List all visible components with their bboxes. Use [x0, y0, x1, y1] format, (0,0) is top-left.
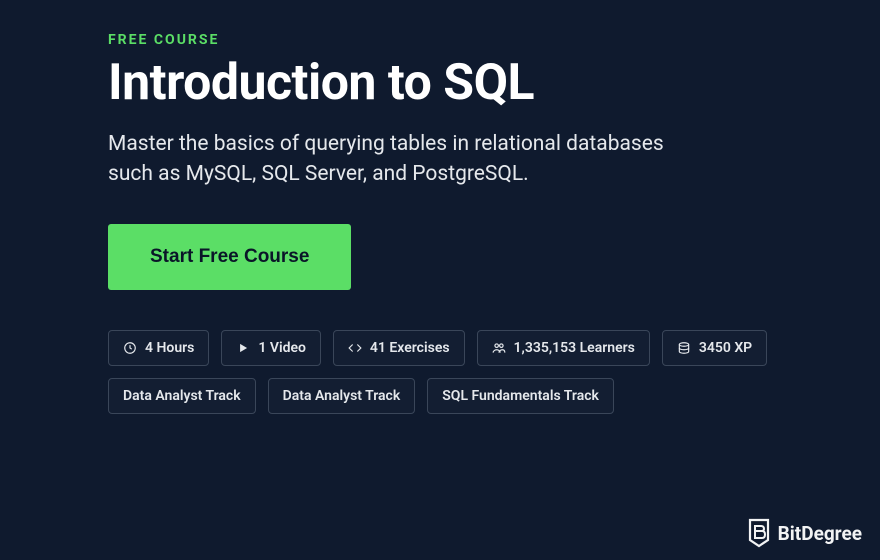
clock-icon: [123, 341, 137, 355]
course-meta-chips: 4 Hours 1 Video 41 Exercises 1,335,153 L…: [108, 330, 768, 414]
watermark-text: BitDegree: [778, 522, 862, 545]
course-description: Master the basics of querying tables in …: [108, 129, 708, 190]
chip-label: SQL Fundamentals Track: [442, 388, 599, 404]
chip-label: 1 Video: [258, 340, 306, 356]
chip-label: 1,335,153 Learners: [514, 340, 635, 356]
bitdegree-watermark: BitDegree: [746, 518, 862, 548]
database-icon: [677, 341, 691, 355]
chip-videos: 1 Video: [221, 330, 321, 366]
people-icon: [492, 341, 506, 355]
chip-track[interactable]: SQL Fundamentals Track: [427, 378, 614, 414]
chip-duration: 4 Hours: [108, 330, 209, 366]
chip-learners: 1,335,153 Learners: [477, 330, 650, 366]
bitdegree-logo-icon: [746, 518, 772, 548]
chip-label: 3450 XP: [699, 340, 752, 356]
code-icon: [348, 341, 362, 355]
chip-xp: 3450 XP: [662, 330, 767, 366]
course-title: Introduction to SQL: [108, 56, 772, 111]
chip-label: 41 Exercises: [370, 340, 450, 356]
chip-track[interactable]: Data Analyst Track: [108, 378, 256, 414]
chip-label: Data Analyst Track: [283, 388, 401, 404]
chip-label: Data Analyst Track: [123, 388, 241, 404]
chip-track[interactable]: Data Analyst Track: [268, 378, 416, 414]
course-eyebrow: FREE COURSE: [108, 32, 772, 48]
chip-label: 4 Hours: [145, 340, 194, 356]
start-course-button[interactable]: Start Free Course: [108, 224, 351, 290]
play-icon: [236, 341, 250, 355]
chip-exercises: 41 Exercises: [333, 330, 465, 366]
